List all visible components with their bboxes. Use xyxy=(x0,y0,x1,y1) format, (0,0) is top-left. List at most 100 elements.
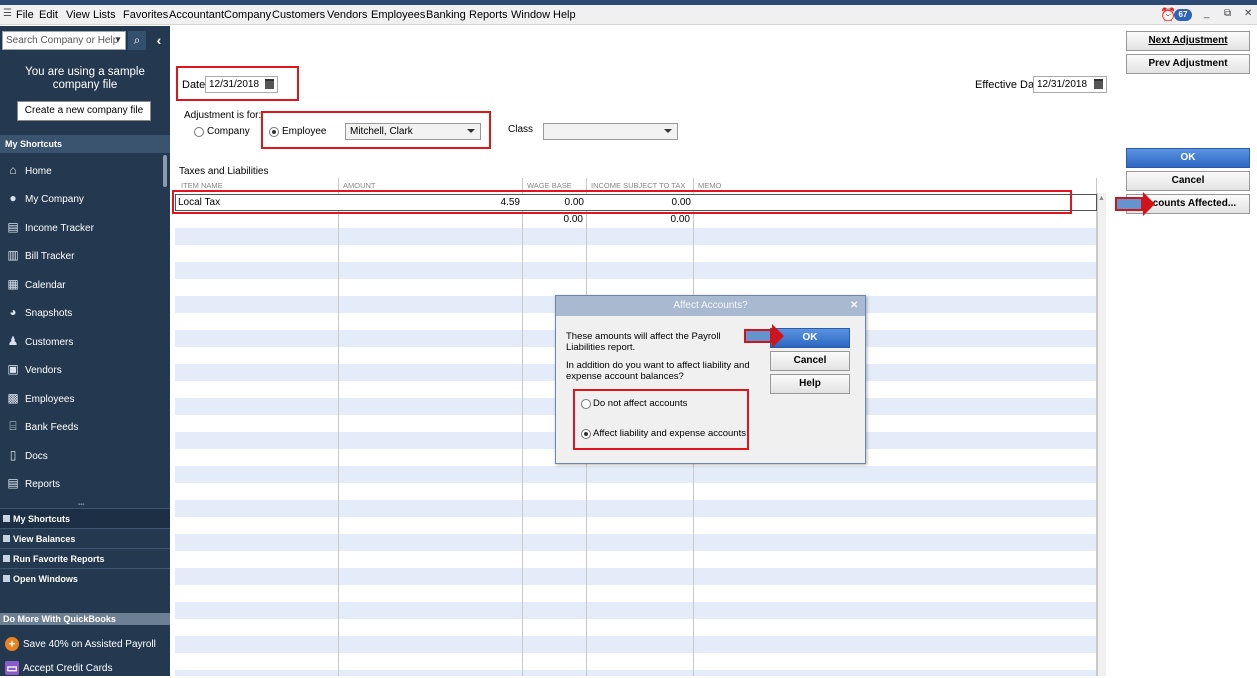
create-company-button[interactable]: Create a new company file xyxy=(17,101,151,121)
menu-lists[interactable]: Lists xyxy=(93,9,116,21)
sidebar-item-label: Home xyxy=(25,166,52,177)
sidebar-scrollbar[interactable] xyxy=(163,155,167,187)
column-header: MEMO xyxy=(698,181,722,190)
row-stripe xyxy=(175,670,1097,676)
sidebar-item-customers[interactable]: ♟ Customers xyxy=(0,329,162,355)
menu-employees[interactable]: Employees xyxy=(371,9,425,21)
section-label: Open Windows xyxy=(13,574,78,584)
close-icon[interactable]: ✕ xyxy=(850,300,858,311)
sidebar-item-label: Income Tracker xyxy=(25,223,94,234)
calendar-icon[interactable] xyxy=(1094,79,1103,89)
prev-adjustment-button[interactable]: Prev Adjustment xyxy=(1126,54,1250,74)
sidebar-item-label: Employees xyxy=(25,394,75,405)
button-label: Next Adjustment xyxy=(1148,35,1228,46)
affect-accounts-radio[interactable] xyxy=(581,429,591,439)
promo-credit-cards[interactable]: ▭ Accept Credit Cards xyxy=(0,658,170,678)
column-header: WAGE BASE xyxy=(527,181,572,190)
sidebar-item-bill-tracker[interactable]: ▥ Bill Tracker xyxy=(0,243,162,269)
wage-base-cell[interactable]: 0.00 xyxy=(523,214,583,225)
sidebar-item-income-tracker[interactable]: ▤ Income Tracker xyxy=(0,215,162,241)
notification-badge[interactable]: 67 xyxy=(1174,9,1192,21)
employee-radio-label: Employee xyxy=(282,126,327,137)
sidebar-item-calendar[interactable]: ▦ Calendar xyxy=(0,272,162,298)
employee-radio[interactable] xyxy=(269,127,279,137)
menu-banking[interactable]: Banking xyxy=(426,9,466,21)
menu-help[interactable]: Help xyxy=(553,9,576,21)
pie-chart-icon: ◕ xyxy=(9,305,17,319)
sidebar-item-home[interactable]: ⌂ Home xyxy=(0,158,162,184)
dialog-message: These amounts will affect the Payroll Li… xyxy=(566,331,721,353)
home-icon: ⌂ xyxy=(9,163,17,177)
employee-value: Mitchell, Clark xyxy=(350,126,413,137)
section-icon xyxy=(3,535,10,542)
search-icon[interactable]: ⌕ xyxy=(128,31,146,50)
company-icon: ● xyxy=(9,191,17,205)
do-not-affect-label: Do not affect accounts xyxy=(593,398,688,409)
do-not-affect-radio[interactable] xyxy=(581,399,591,409)
menu-view[interactable]: View xyxy=(66,9,90,21)
class-select[interactable] xyxy=(543,123,678,140)
sidebar-item-my-company[interactable]: ● My Company xyxy=(0,186,162,212)
section-run-favorite-reports[interactable]: Run Favorite Reports xyxy=(0,548,170,568)
sidebar-item-employees[interactable]: ▩ Employees xyxy=(0,386,162,412)
button-label: OK xyxy=(802,332,818,343)
promo-assisted-payroll[interactable]: + Save 40% on Assisted Payroll xyxy=(0,634,170,654)
section-my-shortcuts[interactable]: My Shortcuts xyxy=(0,508,170,528)
search-dropdown-icon[interactable]: ▼ xyxy=(114,35,122,44)
button-label: OK xyxy=(1180,152,1196,163)
search-input[interactable]: Search Company or Help ▼ xyxy=(2,31,126,50)
sidebar-item-reports[interactable]: ▤ Reports xyxy=(0,471,162,497)
section-view-balances[interactable]: View Balances xyxy=(0,528,170,548)
menu-vendors[interactable]: Vendors xyxy=(327,9,367,21)
date-label: Date xyxy=(182,79,206,91)
button-label: Cancel xyxy=(1171,175,1205,186)
income-subject-cell[interactable]: 0.00 xyxy=(587,214,690,225)
app-menu-icon[interactable]: ☰ xyxy=(3,8,12,19)
minimize-icon[interactable]: _ xyxy=(1204,8,1210,19)
sidebar-item-vendors[interactable]: ▣ Vendors xyxy=(0,357,162,383)
menu-window[interactable]: Window xyxy=(511,9,550,21)
menu-accountant[interactable]: Accountant xyxy=(169,9,224,21)
effective-date-value: 12/31/2018 xyxy=(1037,79,1088,90)
scroll-up-icon[interactable]: ▲ xyxy=(1098,195,1105,202)
ok-button[interactable]: OK xyxy=(1126,148,1250,168)
collapse-sidebar-icon[interactable]: ‹ xyxy=(150,31,168,50)
calendar-icon[interactable] xyxy=(265,79,274,89)
company-radio[interactable] xyxy=(194,127,204,137)
button-label: Cancel xyxy=(793,355,827,366)
income-icon: ▤ xyxy=(7,220,19,234)
menu-customers[interactable]: Customers xyxy=(272,9,325,21)
restore-icon[interactable]: ⧉ xyxy=(1224,8,1231,19)
date-field[interactable]: 12/31/2018 xyxy=(205,76,278,93)
employee-select[interactable]: Mitchell, Clark xyxy=(345,123,481,140)
column-header: AMOUNT xyxy=(343,181,376,190)
left-icon-bar: Search Company or Help ▼ ⌕ ‹ You are usin… xyxy=(0,26,170,676)
menu-favorites[interactable]: Favorites xyxy=(123,9,168,21)
menu-company[interactable]: Company xyxy=(224,9,271,21)
sidebar-item-label: Snapshots xyxy=(25,308,73,319)
sidebar-item-docs[interactable]: ▯ Docs xyxy=(0,443,162,469)
effective-date-field[interactable]: 12/31/2018 xyxy=(1033,76,1107,93)
row-stripe xyxy=(175,228,1097,245)
menu-file[interactable]: File xyxy=(16,9,34,21)
next-adjustment-button[interactable]: Next Adjustment xyxy=(1126,31,1250,51)
sidebar-item-label: Customers xyxy=(25,337,74,348)
dialog-help-button[interactable]: Help xyxy=(770,374,850,394)
table-scrollbar[interactable] xyxy=(1097,193,1106,676)
sidebar-item-label: Bill Tracker xyxy=(25,251,75,262)
dialog-cancel-button[interactable]: Cancel xyxy=(770,351,850,371)
employee-icon: ▩ xyxy=(7,391,19,405)
section-open-windows[interactable]: Open Windows xyxy=(0,568,170,588)
menu-reports[interactable]: Reports xyxy=(469,9,508,21)
cancel-button[interactable]: Cancel xyxy=(1126,171,1250,191)
search-placeholder: Search Company or Help xyxy=(6,35,119,46)
section-label: Run Favorite Reports xyxy=(13,554,105,564)
sidebar-item-bank-feeds[interactable]: ⌸ Bank Feeds xyxy=(0,414,162,440)
dialog-question: In addition do you want to affect liabil… xyxy=(566,360,750,382)
chevron-down-icon xyxy=(467,129,475,133)
close-icon[interactable]: ✕ xyxy=(1244,8,1252,19)
sidebar-item-snapshots[interactable]: ◕ Snapshots xyxy=(0,300,162,326)
sample-file-notice: You are using a sample company file xyxy=(25,66,145,91)
section-icon xyxy=(3,575,10,582)
menu-edit[interactable]: Edit xyxy=(39,9,58,21)
